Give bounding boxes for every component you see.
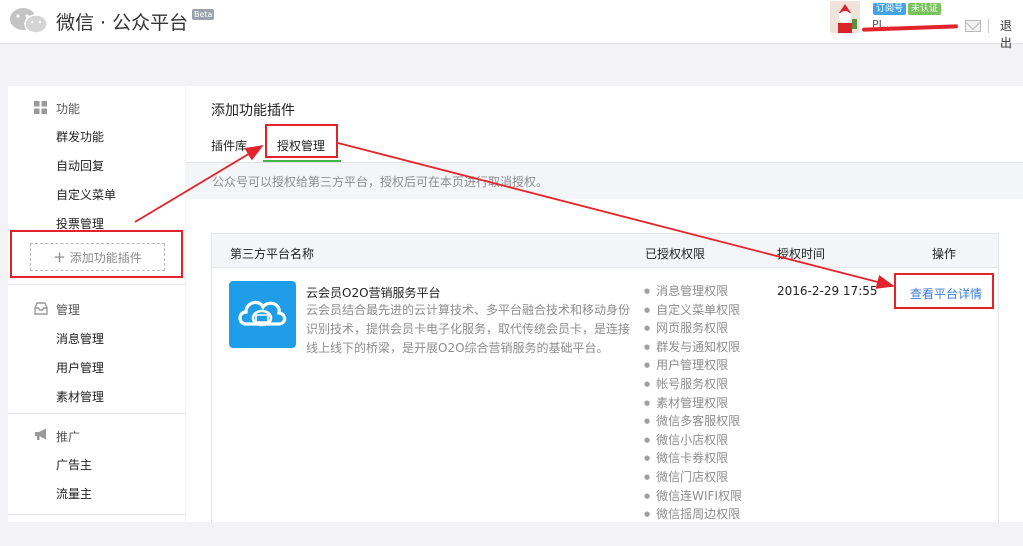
sidebar-item-users[interactable]: 用户管理 — [56, 359, 104, 376]
header-divider — [988, 19, 989, 33]
list-item: 消息管理权限 — [644, 282, 784, 301]
mail-icon[interactable] — [965, 20, 981, 32]
info-tip: 公众号可以授权给第三方平台，授权后可在本页进行取消授权。 — [186, 163, 1023, 199]
sidebar-section-manage: 管理 — [56, 303, 81, 317]
list-item: 素材管理权限 — [644, 394, 784, 413]
page-title: 添加功能插件 — [211, 103, 295, 119]
platform-description: 云会员结合最先进的云计算技术、多平台融合技术和移动身份识别技术，提供会员卡电子化… — [306, 303, 631, 355]
sidebar-item-publisher[interactable]: 流量主 — [56, 485, 92, 502]
list-item: 用户管理权限 — [644, 356, 784, 375]
permission-list: 消息管理权限 自定义菜单权限 网页服务权限 群发与通知权限 用户管理权限 帐号服… — [644, 282, 784, 524]
sidebar-item-auto-reply[interactable]: 自动回复 — [56, 157, 104, 174]
add-plugin-label: 添加功能插件 — [69, 251, 142, 265]
plus-icon: + — [53, 248, 66, 266]
list-item: 帐号服务权限 — [644, 375, 784, 394]
sidebar-item-vote[interactable]: 投票管理 — [56, 215, 104, 232]
megaphone-icon — [35, 428, 46, 440]
sidebar-item-advertiser[interactable]: 广告主 — [56, 456, 92, 473]
column-auth-time: 授权时间 — [777, 247, 826, 261]
platform-cloud-icon — [229, 281, 296, 348]
authorized-platforms-table: 第三方平台名称 已授权权限 授权时间 操作 云会员O2O营销服务平台 云会员结合… — [211, 233, 999, 524]
sidebar-item-materials[interactable]: 素材管理 — [56, 388, 104, 405]
column-actions: 操作 — [932, 247, 957, 261]
account-avatar[interactable] — [830, 1, 860, 33]
list-item: 微信连WIFI权限 — [644, 487, 784, 506]
logout-link[interactable]: 退出 — [1000, 17, 1023, 51]
list-item: 自定义菜单权限 — [644, 301, 784, 320]
tab-authorization[interactable]: 授权管理 — [277, 137, 325, 154]
add-plugin-button[interactable]: + 添加功能插件 — [30, 243, 165, 271]
platform-name: 云会员O2O营销服务平台 — [306, 286, 441, 300]
brand-title: 微信 · 公众平台 — [56, 12, 189, 34]
sidebar-divider — [8, 413, 185, 414]
list-item: 微信多客服权限 — [644, 412, 784, 431]
column-platform-name: 第三方平台名称 — [230, 247, 315, 261]
inbox-icon — [34, 302, 48, 315]
sidebar-section-promote: 推广 — [56, 430, 81, 444]
sidebar-item-custom-menu[interactable]: 自定义菜单 — [56, 186, 116, 203]
sidebar: 功能 群发功能 自动回复 自定义菜单 投票管理 + 添加功能插件 管理 消息管理 … — [8, 86, 185, 522]
list-item: 微信摇周边权限 — [644, 505, 784, 524]
top-header: 微信 · 公众平台 Beta 订阅号 未认证 PI…… 退出 — [0, 0, 1023, 50]
list-item: 微信门店权限 — [644, 468, 784, 487]
unverified-badge: 未认证 — [908, 3, 942, 15]
list-item: 群发与通知权限 — [644, 338, 784, 357]
grid-icon — [34, 101, 47, 114]
view-platform-details-link[interactable]: 查看平台详情 — [910, 285, 982, 302]
sidebar-item-messages[interactable]: 消息管理 — [56, 330, 104, 347]
sidebar-divider — [8, 284, 185, 285]
sidebar-divider — [8, 514, 185, 515]
beta-badge: Beta — [192, 9, 215, 20]
sidebar-item-mass-send[interactable]: 群发功能 — [56, 128, 104, 145]
tab-plugin-library[interactable]: 插件库 — [211, 137, 247, 154]
sidebar-section-function: 功能 — [56, 102, 81, 116]
table-header: 第三方平台名称 已授权权限 授权时间 操作 — [212, 234, 998, 268]
main-panel: 添加功能插件 插件库 授权管理 公众号可以授权给第三方平台，授权后可在本页进行取… — [186, 86, 1023, 524]
subscription-badge: 订阅号 — [873, 3, 907, 15]
column-permissions: 已授权权限 — [645, 247, 706, 261]
list-item: 微信卡券权限 — [644, 449, 784, 468]
wechat-logo-icon — [10, 8, 48, 34]
auth-time: 2016-2-29 17:55 — [777, 284, 878, 298]
list-item: 网页服务权限 — [644, 319, 784, 338]
avatar-image-icon — [830, 1, 860, 33]
list-item: 微信小店权限 — [644, 431, 784, 450]
